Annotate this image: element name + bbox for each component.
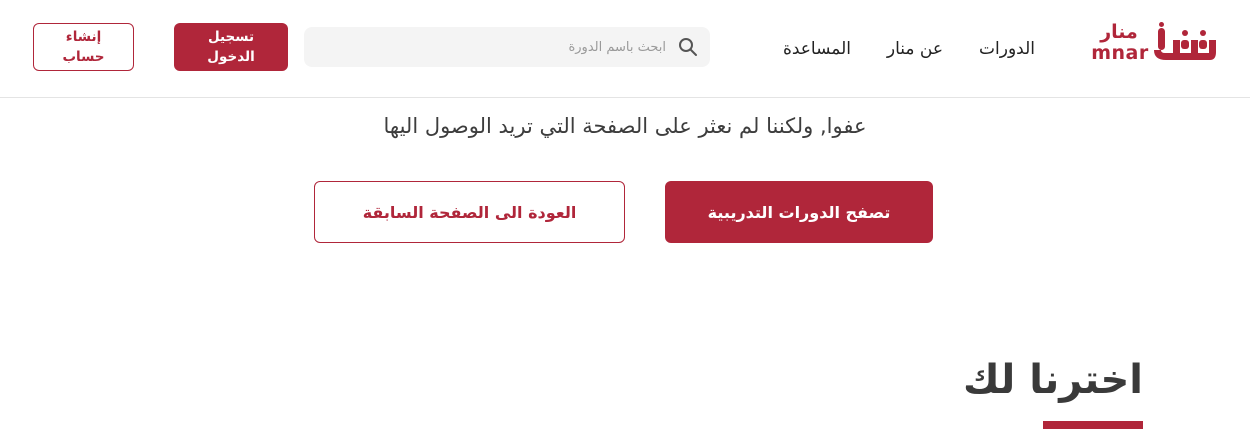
nav-link-courses[interactable]: الدورات (979, 36, 1035, 62)
register-button[interactable]: إنشاء حساب (33, 23, 134, 71)
nav-link-help[interactable]: المساعدة (783, 36, 851, 62)
nav-link-about[interactable]: عن منار (887, 36, 943, 62)
login-button[interactable]: تسجيل الدخول (174, 23, 288, 71)
page: منار mnar الدورات عن منار المساعدة تسجيل… (0, 0, 1250, 441)
logo-text-arabic: منار (1100, 21, 1138, 43)
search-bar (304, 27, 710, 67)
browse-courses-button[interactable]: تصفح الدورات التدريبية (665, 181, 933, 243)
logo-mark-icon (1154, 22, 1216, 60)
title-underline (1043, 421, 1143, 429)
section-title-recommended: اخترنا لك (963, 357, 1143, 403)
main-nav: الدورات عن منار المساعدة (760, 36, 1050, 62)
go-back-button[interactable]: العودة الى الصفحة السابقة (314, 181, 625, 243)
top-header: منار mnar الدورات عن منار المساعدة تسجيل… (0, 0, 1250, 98)
search-input[interactable] (326, 33, 666, 61)
logo[interactable]: منار mnar (1080, 20, 1220, 68)
not-found-message: عفوا, ولكننا لم نعثر على الصفحة التي تري… (383, 114, 867, 138)
search-icon[interactable] (678, 37, 698, 57)
logo-text-english: mnar (1091, 42, 1149, 64)
